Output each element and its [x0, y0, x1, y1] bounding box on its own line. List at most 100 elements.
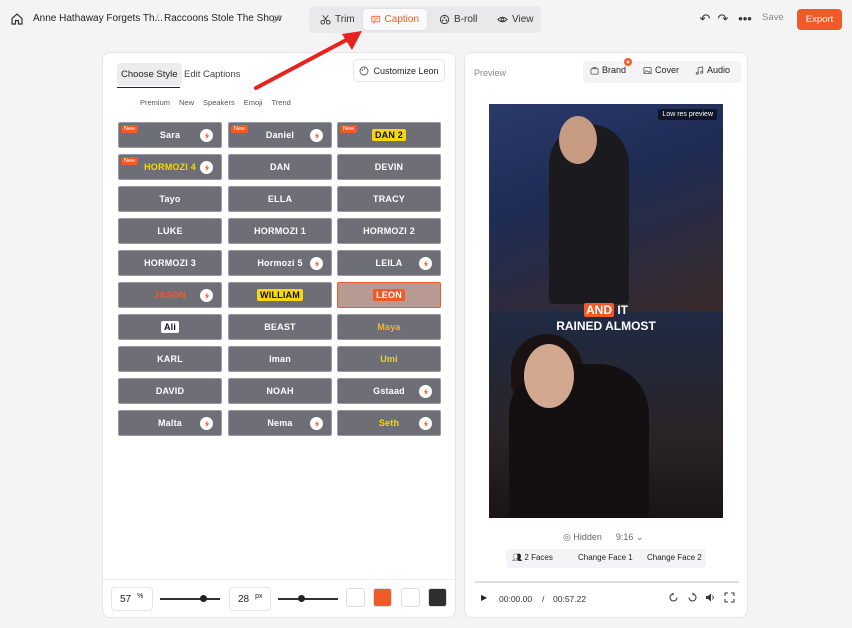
preview-options-row: ◎ Hidden 9:16 ⌄: [563, 532, 643, 543]
color-swatch-2[interactable]: [373, 588, 392, 607]
style-card-ali[interactable]: Ali: [118, 314, 222, 340]
filter-new[interactable]: New: [179, 98, 194, 107]
change-face-2-button[interactable]: Change Face 2: [647, 553, 702, 562]
position-slider[interactable]: [160, 595, 220, 602]
style-card-hormozi-2[interactable]: HORMOZI 2: [337, 218, 441, 244]
style-label: HORMOZI 3: [144, 258, 196, 268]
breadcrumb-video[interactable]: Raccoons Stole The Show: [164, 13, 282, 24]
position-unit: %: [137, 592, 144, 600]
style-card-hormozi-3[interactable]: HORMOZI 3: [118, 250, 222, 276]
style-card-malta[interactable]: Malta: [118, 410, 222, 436]
style-card-jason[interactable]: JASON: [118, 282, 222, 308]
save-button[interactable]: Save: [762, 12, 784, 23]
redo-icon[interactable]: ↷: [716, 12, 730, 26]
style-card-iman[interactable]: Iman: [228, 346, 332, 372]
hidden-toggle[interactable]: ◎ Hidden: [563, 532, 602, 543]
style-card-leila[interactable]: LEILA: [337, 250, 441, 276]
tab-trim-label: Trim: [335, 14, 355, 25]
music-icon: [695, 65, 704, 75]
video-preview[interactable]: Low res preview AND IT RAINED ALMOST: [489, 104, 723, 518]
style-card-david[interactable]: DAVID: [118, 378, 222, 404]
premium-bolt-icon: [419, 257, 432, 270]
style-card-maya[interactable]: Maya: [337, 314, 441, 340]
pencil-icon[interactable]: [272, 14, 282, 24]
size-slider-knob[interactable]: [298, 595, 305, 602]
rewind-icon[interactable]: [668, 592, 679, 603]
home-icon[interactable]: [10, 12, 24, 26]
style-card-dan-2[interactable]: DAN 2 New: [337, 122, 441, 148]
style-card-hormozi-4[interactable]: HORMOZI 4 New: [118, 154, 222, 180]
style-card-devin[interactable]: DEVIN: [337, 154, 441, 180]
volume-icon[interactable]: [705, 592, 716, 603]
color-swatch-1[interactable]: [346, 588, 365, 607]
size-input[interactable]: 28 px: [229, 587, 271, 611]
position-slider-knob[interactable]: [200, 595, 207, 602]
style-label: Malta: [157, 418, 182, 428]
filter-premium[interactable]: Premium: [140, 98, 170, 107]
ratio-select[interactable]: 9:16 ⌄: [616, 532, 644, 543]
style-card-sara[interactable]: Sara New: [118, 122, 222, 148]
preview-label: Preview: [474, 68, 507, 78]
fullscreen-icon[interactable]: [724, 592, 735, 603]
tab-choose-style[interactable]: Choose Style: [117, 63, 182, 86]
style-card-tracy[interactable]: TRACY: [337, 186, 441, 212]
tab-caption[interactable]: Caption: [363, 9, 427, 30]
broll-icon: [439, 14, 450, 25]
tab-view[interactable]: View: [489, 9, 542, 30]
customize-button[interactable]: Customize Leon: [353, 59, 445, 82]
filter-emoji[interactable]: Emoji: [244, 98, 263, 107]
tab-cover[interactable]: Cover: [643, 65, 679, 75]
new-badge: New: [231, 125, 249, 133]
caption-icon: [371, 15, 381, 24]
premium-bolt-icon: [419, 417, 432, 430]
position-input[interactable]: 57 %: [111, 587, 153, 611]
export-button[interactable]: Export: [797, 9, 842, 30]
video-progress-bar[interactable]: [475, 581, 739, 583]
style-card-daniel[interactable]: Daniel New: [228, 122, 332, 148]
tab-edit-captions[interactable]: Edit Captions: [180, 63, 245, 86]
filter-speakers[interactable]: Speakers: [203, 98, 235, 107]
tab-trim[interactable]: Trim: [312, 9, 363, 30]
tab-brand[interactable]: Brand: [590, 65, 626, 75]
style-card-umi[interactable]: Umi: [337, 346, 441, 372]
style-filters: Premium New Speakers Emoji Trend: [140, 98, 300, 107]
tab-broll[interactable]: B-roll: [431, 9, 485, 30]
filter-trend[interactable]: Trend: [271, 98, 290, 107]
faces-count[interactable]: 👥︎ 2 Faces: [512, 553, 553, 562]
style-card-william[interactable]: WILLIAM: [228, 282, 332, 308]
style-label: TRACY: [373, 194, 405, 204]
lowres-badge: Low res preview: [658, 109, 717, 120]
caption-style-panel: Choose Style Edit Captions Customize Leo…: [102, 52, 456, 618]
style-card-nema[interactable]: Nema: [228, 410, 332, 436]
more-icon[interactable]: •••: [738, 12, 752, 26]
style-card-beast[interactable]: BEAST: [228, 314, 332, 340]
style-card-gstaad[interactable]: Gstaad: [337, 378, 441, 404]
preview-tabs: Brand Cover Audio: [583, 61, 741, 83]
style-card-dan[interactable]: DAN: [228, 154, 332, 180]
color-swatch-3[interactable]: [401, 588, 420, 607]
tab-caption-label: Caption: [384, 14, 419, 25]
undo-icon[interactable]: ↶: [698, 12, 712, 26]
style-card-luke[interactable]: LUKE: [118, 218, 222, 244]
color-swatch-4[interactable]: [428, 588, 447, 607]
style-label: Daniel: [265, 130, 295, 140]
style-label: LUKE: [157, 226, 183, 236]
style-card-noah[interactable]: NOAH: [228, 378, 332, 404]
change-face-1-button[interactable]: Change Face 1: [578, 553, 633, 562]
style-card-leon[interactable]: LEON: [337, 282, 441, 308]
tab-audio[interactable]: Audio: [695, 65, 730, 75]
forward-icon[interactable]: [687, 592, 698, 603]
style-card-hormozi-1[interactable]: HORMOZI 1: [228, 218, 332, 244]
speaker-head-2: [524, 344, 574, 408]
duration: 00:57.22: [553, 594, 587, 604]
style-card-tayo[interactable]: Tayo: [118, 186, 222, 212]
breadcrumb-project[interactable]: Anne Hathaway Forgets Th...: [33, 13, 163, 24]
style-card-karl[interactable]: KARL: [118, 346, 222, 372]
style-card-ella[interactable]: ELLA: [228, 186, 332, 212]
style-card-seth[interactable]: Seth: [337, 410, 441, 436]
editor-tabs: Trim Caption B-roll View: [309, 6, 541, 33]
size-slider[interactable]: [278, 595, 338, 602]
play-icon[interactable]: ▶: [481, 593, 487, 602]
style-card-hormozi-5[interactable]: Hormozi 5: [228, 250, 332, 276]
palette-icon: [360, 66, 369, 75]
